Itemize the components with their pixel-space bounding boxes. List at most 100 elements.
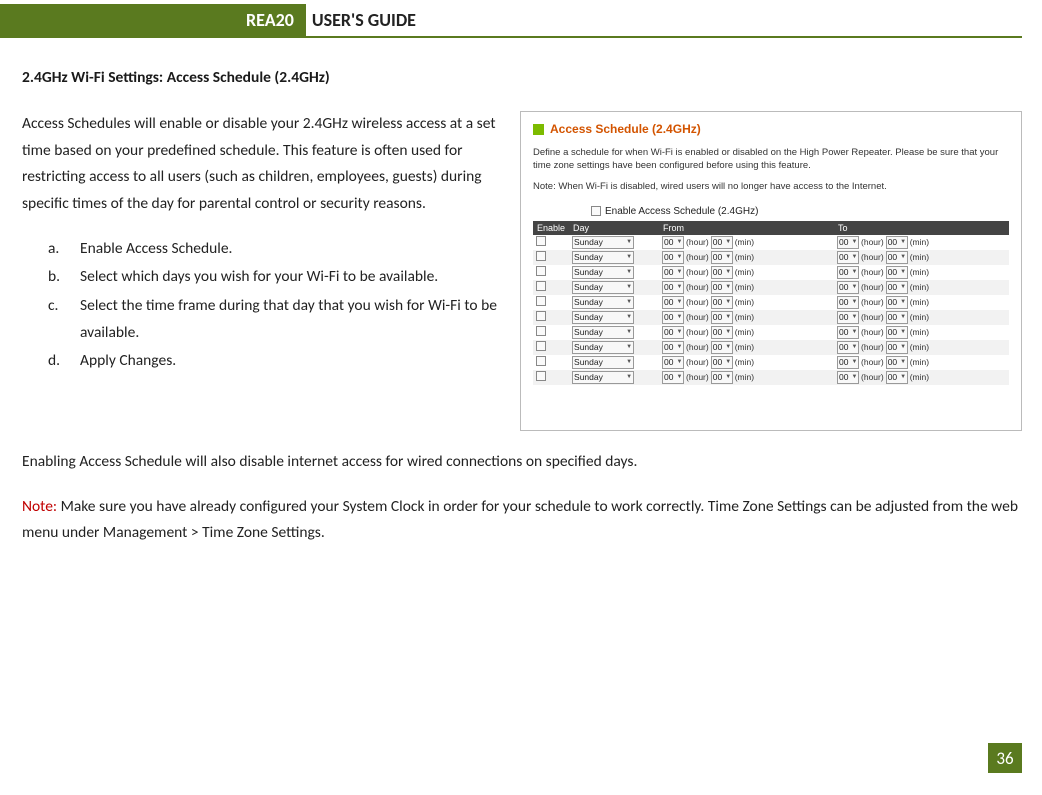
hour-select[interactable]: 00 [837,356,859,369]
hour-select[interactable]: 00 [837,236,859,249]
day-select[interactable]: Sunday [572,251,634,264]
hour-select[interactable]: 00 [837,341,859,354]
row-enable-checkbox[interactable] [536,371,546,381]
min-label: (min) [735,327,754,337]
min-label: (min) [735,372,754,382]
day-select[interactable]: Sunday [572,296,634,309]
day-select[interactable]: Sunday [572,266,634,279]
day-select[interactable]: Sunday [572,236,634,249]
hour-select[interactable]: 00 [662,356,684,369]
step-letter: d. [48,348,80,375]
row-enable-checkbox[interactable] [536,236,546,246]
product-badge: REA20 [0,4,306,36]
row-enable-checkbox[interactable] [536,251,546,261]
min-select[interactable]: 00 [711,356,733,369]
intro-paragraph: Access Schedules will enable or disable … [22,111,500,218]
min-select[interactable]: 00 [886,281,908,294]
panel-note: Note: When Wi-Fi is disabled, wired user… [533,181,1009,192]
min-select[interactable]: 00 [886,236,908,249]
hour-label: (hour) [861,297,884,307]
day-select[interactable]: Sunday [572,341,634,354]
hour-select[interactable]: 00 [837,311,859,324]
min-label: (min) [910,237,929,247]
hour-label: (hour) [861,372,884,382]
day-select[interactable]: Sunday [572,281,634,294]
row-enable-checkbox[interactable] [536,311,546,321]
hour-select[interactable]: 00 [662,326,684,339]
hour-select[interactable]: 00 [837,371,859,384]
step-letter: c. [48,293,80,346]
steps-list: a.Enable Access Schedule.b.Select which … [48,236,500,375]
day-select[interactable]: Sunday [572,311,634,324]
table-row: Sunday00(hour)00(min)00(hour)00(min) [533,355,1009,370]
square-icon [533,124,544,135]
min-select[interactable]: 00 [886,251,908,264]
col-day: Day [569,221,659,235]
row-enable-checkbox[interactable] [536,341,546,351]
step-item: a.Enable Access Schedule. [48,236,500,263]
hour-select[interactable]: 00 [837,281,859,294]
enable-schedule-checkbox[interactable] [591,206,601,216]
hour-select[interactable]: 00 [662,341,684,354]
hour-select[interactable]: 00 [662,266,684,279]
row-enable-checkbox[interactable] [536,266,546,276]
hour-label: (hour) [686,252,709,262]
hour-select[interactable]: 00 [662,281,684,294]
day-select[interactable]: Sunday [572,356,634,369]
hour-select[interactable]: 00 [662,251,684,264]
row-enable-checkbox[interactable] [536,281,546,291]
min-label: (min) [910,297,929,307]
hour-label: (hour) [686,342,709,352]
min-select[interactable]: 00 [886,311,908,324]
hour-select[interactable]: 00 [662,236,684,249]
step-text: Select the time frame during that day th… [80,293,500,346]
min-select[interactable]: 00 [711,236,733,249]
day-select[interactable]: Sunday [572,371,634,384]
min-label: (min) [735,282,754,292]
hour-label: (hour) [686,237,709,247]
min-label: (min) [910,372,929,382]
min-label: (min) [735,357,754,367]
min-select[interactable]: 00 [711,251,733,264]
min-label: (min) [910,357,929,367]
table-row: Sunday00(hour)00(min)00(hour)00(min) [533,250,1009,265]
day-select[interactable]: Sunday [572,326,634,339]
hour-select[interactable]: 00 [662,296,684,309]
min-select[interactable]: 00 [886,371,908,384]
min-select[interactable]: 00 [711,326,733,339]
min-select[interactable]: 00 [711,281,733,294]
min-select[interactable]: 00 [711,341,733,354]
min-label: (min) [735,237,754,247]
hour-select[interactable]: 00 [837,296,859,309]
step-item: d.Apply Changes. [48,348,500,375]
row-enable-checkbox[interactable] [536,296,546,306]
hour-select[interactable]: 00 [662,311,684,324]
table-row: Sunday00(hour)00(min)00(hour)00(min) [533,340,1009,355]
col-to: To [834,221,1009,235]
hour-select[interactable]: 00 [837,326,859,339]
min-select[interactable]: 00 [711,266,733,279]
min-select[interactable]: 00 [886,266,908,279]
min-select[interactable]: 00 [886,341,908,354]
min-select[interactable]: 00 [886,356,908,369]
min-select[interactable]: 00 [711,296,733,309]
min-select[interactable]: 00 [711,371,733,384]
min-select[interactable]: 00 [886,296,908,309]
min-label: (min) [735,267,754,277]
table-row: Sunday00(hour)00(min)00(hour)00(min) [533,295,1009,310]
hour-select[interactable]: 00 [662,371,684,384]
hour-select[interactable]: 00 [837,251,859,264]
hour-label: (hour) [861,237,884,247]
min-label: (min) [910,342,929,352]
hour-label: (hour) [686,297,709,307]
row-enable-checkbox[interactable] [536,356,546,366]
hour-select[interactable]: 00 [837,266,859,279]
min-select[interactable]: 00 [886,326,908,339]
table-row: Sunday00(hour)00(min)00(hour)00(min) [533,235,1009,250]
hour-label: (hour) [686,327,709,337]
row-enable-checkbox[interactable] [536,326,546,336]
table-row: Sunday00(hour)00(min)00(hour)00(min) [533,325,1009,340]
hour-label: (hour) [861,327,884,337]
step-item: b.Select which days you wish for your Wi… [48,264,500,291]
min-select[interactable]: 00 [711,311,733,324]
